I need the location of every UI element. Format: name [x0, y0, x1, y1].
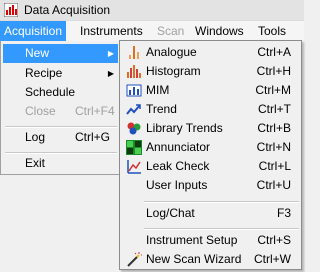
- submenu-item-shortcut: Ctrl+T: [258, 102, 291, 116]
- data-acquisition-app-icon: [4, 3, 18, 17]
- acquisition-menu: New ▶ Recipe ▶ Schedule Close Ctrl+F4 Lo…: [0, 41, 120, 175]
- menu-windows[interactable]: Windows: [195, 24, 244, 38]
- library-trends-icon: [127, 122, 141, 135]
- submenu-item-label: MIM: [146, 83, 170, 97]
- submenu-item-shortcut: Ctrl+M: [255, 83, 291, 97]
- menu-item-label: Recipe: [25, 66, 63, 80]
- submenu-item-shortcut: Ctrl+W: [254, 252, 291, 266]
- submenu-item-label: Annunciator: [146, 140, 211, 154]
- menu-separator: [144, 228, 299, 230]
- trend-icon: [126, 104, 141, 115]
- menu-item-log[interactable]: Log Ctrl+G: [3, 128, 118, 147]
- submenu-item-library-trends[interactable]: Library Trends Ctrl+B: [122, 119, 299, 138]
- submenu-item-trend[interactable]: Trend Ctrl+T: [122, 100, 299, 119]
- analogue-icon: [129, 46, 139, 59]
- submenu-item-shortcut: Ctrl+U: [256, 178, 291, 192]
- submenu-item-label: Library Trends: [146, 121, 223, 135]
- menu-item-label: Exit: [25, 156, 46, 170]
- submenu-arrow-icon: ▶: [107, 69, 114, 78]
- mim-icon: [126, 84, 142, 97]
- menu-item-label: Close: [25, 104, 56, 118]
- submenu-item-label: Log/Chat: [146, 206, 195, 220]
- submenu-item-user-inputs[interactable]: User Inputs Ctrl+U: [122, 176, 299, 195]
- menu-item-shortcut: Ctrl+G: [75, 130, 111, 144]
- title-bar: Data Acquisition: [0, 0, 304, 20]
- submenu-item-histogram[interactable]: Histogram Ctrl+H: [122, 62, 299, 81]
- submenu-item-label: New Scan Wizard: [146, 252, 242, 266]
- submenu-item-shortcut: Ctrl+B: [257, 121, 291, 135]
- menu-separator: [144, 201, 299, 203]
- window-title: Data Acquisition: [24, 3, 111, 17]
- submenu-item-log-chat[interactable]: Log/Chat F3: [122, 204, 299, 223]
- menu-acquisition[interactable]: Acquisition: [0, 21, 67, 42]
- submenu-item-shortcut: F3: [276, 206, 291, 220]
- menu-item-close[interactable]: Close Ctrl+F4: [3, 102, 118, 121]
- submenu-item-label: Histogram: [146, 64, 201, 78]
- submenu-item-label: Instrument Setup: [146, 233, 238, 247]
- submenu-item-shortcut: Ctrl+N: [256, 140, 291, 154]
- annunciator-icon: [126, 140, 142, 155]
- histogram-icon: [127, 65, 141, 78]
- menu-item-exit[interactable]: Exit: [3, 154, 118, 173]
- submenu-item-label: Trend: [146, 102, 177, 116]
- menu-item-label: Schedule: [25, 85, 76, 99]
- menu-instruments[interactable]: Instruments: [80, 24, 143, 38]
- submenu-item-label: User Inputs: [146, 178, 208, 192]
- menu-scan[interactable]: Scan: [157, 24, 184, 38]
- submenu-arrow-icon: ▶: [107, 49, 114, 58]
- menu-tools[interactable]: Tools: [258, 24, 286, 38]
- submenu-item-leak-check[interactable]: Leak Check Ctrl+L: [122, 157, 299, 176]
- menu-item-label: New: [25, 46, 50, 60]
- menu-bar: Acquisition Instruments Scan Windows Too…: [0, 20, 304, 42]
- scan-wizard-icon: [127, 252, 142, 267]
- menu-item-new[interactable]: New ▶: [3, 44, 118, 63]
- submenu-item-annunciator[interactable]: Annunciator Ctrl+N: [122, 138, 299, 157]
- leak-check-icon: [127, 160, 141, 174]
- menu-item-schedule[interactable]: Schedule: [3, 83, 118, 102]
- submenu-item-shortcut: Ctrl+H: [256, 64, 291, 78]
- menu-item-shortcut: Ctrl+F4: [75, 104, 115, 118]
- menu-item-recipe[interactable]: Recipe ▶: [3, 64, 118, 83]
- submenu-item-mim[interactable]: MIM Ctrl+M: [122, 81, 299, 100]
- submenu-item-new-scan-wizard[interactable]: New Scan Wizard Ctrl+W: [122, 250, 299, 269]
- submenu-item-analogue[interactable]: Analogue Ctrl+A: [122, 43, 299, 62]
- submenu-item-shortcut: Ctrl+S: [257, 233, 291, 247]
- submenu-item-label: Leak Check: [146, 159, 210, 173]
- menu-item-label: Log: [25, 130, 46, 144]
- submenu-item-shortcut: Ctrl+L: [258, 159, 291, 173]
- submenu-item-instrument-setup[interactable]: Instrument Setup Ctrl+S: [122, 231, 299, 250]
- new-submenu: Analogue Ctrl+A Histogram Ctrl+H MIM Ctr…: [119, 40, 302, 270]
- submenu-item-shortcut: Ctrl+A: [257, 45, 291, 59]
- submenu-item-label: Analogue: [146, 45, 197, 59]
